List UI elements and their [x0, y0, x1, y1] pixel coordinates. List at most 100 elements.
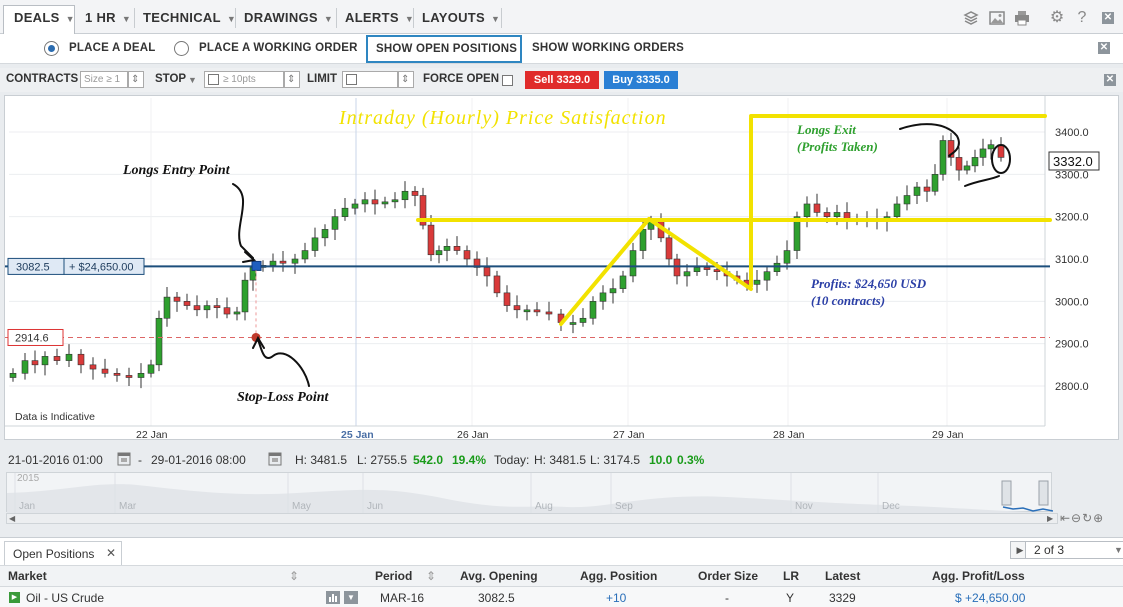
col-avg-opening[interactable]: Avg. Opening	[460, 569, 538, 583]
calendar-icon[interactable]	[117, 451, 131, 469]
annotation-profits-taken: (Profits Taken)	[797, 139, 878, 154]
force-open-label: FORCE OPEN	[423, 73, 500, 85]
candle-body	[241, 279, 249, 313]
navigator-canvas[interactable]: Jan Mar May Jun Aug Sep Nov Dec	[7, 473, 1054, 513]
table-row[interactable]: ▶ Oil - US Crude ▼ MAR-16 3082.5 +10 - Y…	[0, 587, 1123, 607]
candle-body	[963, 165, 971, 171]
limit-stepper[interactable]: ⇕	[398, 71, 414, 88]
show-working-orders-button[interactable]: SHOW WORKING ORDERS	[532, 42, 684, 54]
force-open-checkbox[interactable]	[502, 75, 513, 86]
menu-alerts[interactable]: ALERTS ▼	[345, 6, 414, 30]
calendar-icon[interactable]	[268, 451, 282, 469]
print-icon[interactable]	[1013, 9, 1031, 27]
annotation-contracts: (10 contracts)	[811, 293, 885, 308]
sort-icon[interactable]: ⇕	[426, 569, 436, 583]
image-icon[interactable]	[988, 9, 1006, 27]
candle-body	[427, 224, 435, 256]
candle-body	[665, 237, 673, 260]
navigator-year: 2015	[17, 473, 40, 484]
limit-checkbox[interactable]	[346, 74, 357, 85]
price-chart[interactable]: 22 Jan 25 Jan 26 Jan 27 Jan 28 Jan 29 Jan 340…	[4, 95, 1120, 441]
cell-agg-position: +10	[606, 591, 627, 605]
close-icon[interactable]: ✕	[1102, 12, 1114, 24]
stop-checkbox[interactable]	[208, 74, 219, 85]
candle-body	[321, 229, 329, 239]
col-period[interactable]: Period	[375, 569, 412, 583]
candle-body	[893, 203, 901, 217]
candle-body	[453, 246, 461, 251]
candle-body	[443, 246, 451, 251]
place-deal-radio[interactable]	[44, 41, 59, 56]
candle-body	[803, 203, 811, 217]
today-change: 10.0	[649, 453, 673, 467]
menu-timeframe[interactable]: 1 HR ▼	[85, 6, 131, 30]
candle-body	[301, 250, 309, 260]
menu-technical[interactable]: TECHNICAL ▼	[143, 6, 236, 30]
expand-icon[interactable]: ▶	[9, 592, 20, 603]
row-menu-icon[interactable]: ▼	[344, 591, 358, 604]
candle-body	[223, 307, 231, 315]
tab-open-positions[interactable]: Open Positions ✕	[4, 541, 122, 565]
candle-body	[391, 199, 399, 203]
navigator-scrollbar[interactable]: ◀ ▶	[6, 513, 1058, 524]
help-icon[interactable]: ?	[1073, 9, 1091, 27]
menu-drawings[interactable]: DRAWINGS ▼	[244, 6, 333, 30]
zoom-controls[interactable]: ⇤⊖↻⊕	[1060, 511, 1104, 525]
candle-body	[269, 260, 277, 266]
close-icon[interactable]: ✕	[1098, 42, 1110, 54]
menu-layouts[interactable]: LAYOUTS ▼	[422, 6, 500, 30]
chart-canvas[interactable]: 22 Jan 25 Jan 26 Jan 27 Jan 28 Jan 29 Jan 340…	[5, 96, 1120, 441]
page-select[interactable]: 2 of 3 ▼	[1025, 541, 1123, 559]
gear-icon[interactable]: ⚙	[1048, 9, 1066, 27]
navigator-month-label: Jan	[19, 501, 35, 512]
chart-navigator[interactable]: Jan Mar May Jun Aug Sep Nov Dec 2015	[6, 472, 1054, 513]
place-working-radio[interactable]	[174, 41, 189, 56]
show-open-positions-button[interactable]: SHOW OPEN POSITIONS	[366, 35, 522, 63]
caret-down-icon: ▼	[65, 14, 75, 24]
x-tick-label: 25 Jan	[341, 429, 374, 441]
place-working-label[interactable]: PLACE A WORKING ORDER	[199, 42, 358, 54]
stop-stepper[interactable]: ⇕	[284, 71, 300, 88]
size-stepper[interactable]: ⇕	[128, 71, 144, 88]
exit-curl-arrow	[964, 175, 1000, 187]
cell-market: Oil - US Crude	[26, 591, 105, 605]
close-icon[interactable]: ✕	[106, 546, 116, 560]
position-level-label: 3082.5	[16, 261, 50, 273]
candle-body	[823, 212, 831, 217]
range-to: 29-01-2016 08:00	[151, 453, 246, 467]
col-agg-position[interactable]: Agg. Position	[580, 569, 657, 583]
close-icon[interactable]: ✕	[1104, 74, 1116, 86]
candle-body	[53, 356, 61, 361]
buy-button[interactable]: Buy 3335.0	[604, 71, 678, 89]
range-high: H: 3481.5	[295, 453, 348, 467]
candle-body	[371, 199, 379, 205]
col-latest[interactable]: Latest	[825, 569, 860, 583]
layers-icon[interactable]	[962, 9, 980, 27]
size-input[interactable]: Size ≥ 1	[80, 71, 128, 88]
col-order-size[interactable]: Order Size	[698, 569, 758, 583]
caret-down-icon: ▼	[491, 14, 501, 24]
scroll-right-icon[interactable]: ▶	[1047, 514, 1053, 523]
current-price-label: 3332.0	[1053, 154, 1093, 169]
chart-icon[interactable]	[326, 591, 340, 604]
scroll-left-icon[interactable]: ◀	[9, 514, 15, 523]
col-lr[interactable]: LR	[783, 569, 799, 583]
y-tick-label: 3400.0	[1055, 127, 1089, 139]
candle-body	[41, 356, 49, 366]
candle-body	[213, 305, 221, 308]
col-agg-pnl[interactable]: Agg. Profit/Loss	[932, 569, 1025, 583]
candle-body	[813, 203, 821, 213]
candle-body	[493, 275, 501, 294]
caret-down-icon[interactable]: ▼	[188, 75, 197, 85]
place-deal-label[interactable]: PLACE A DEAL	[69, 42, 156, 54]
cell-latest: 3329	[829, 591, 856, 605]
x-tick-label: 29 Jan	[932, 429, 964, 441]
stop-arrow	[257, 339, 310, 387]
stop-level-label: 2914.6	[15, 332, 49, 344]
sort-icon[interactable]: ⇕	[289, 569, 299, 583]
col-market[interactable]: Market	[8, 569, 47, 583]
range-change-pct: 19.4%	[452, 453, 487, 467]
menu-deals[interactable]: DEALS ▼	[14, 6, 75, 30]
candle-body	[923, 186, 931, 192]
sell-button[interactable]: Sell 3329.0	[525, 71, 599, 89]
